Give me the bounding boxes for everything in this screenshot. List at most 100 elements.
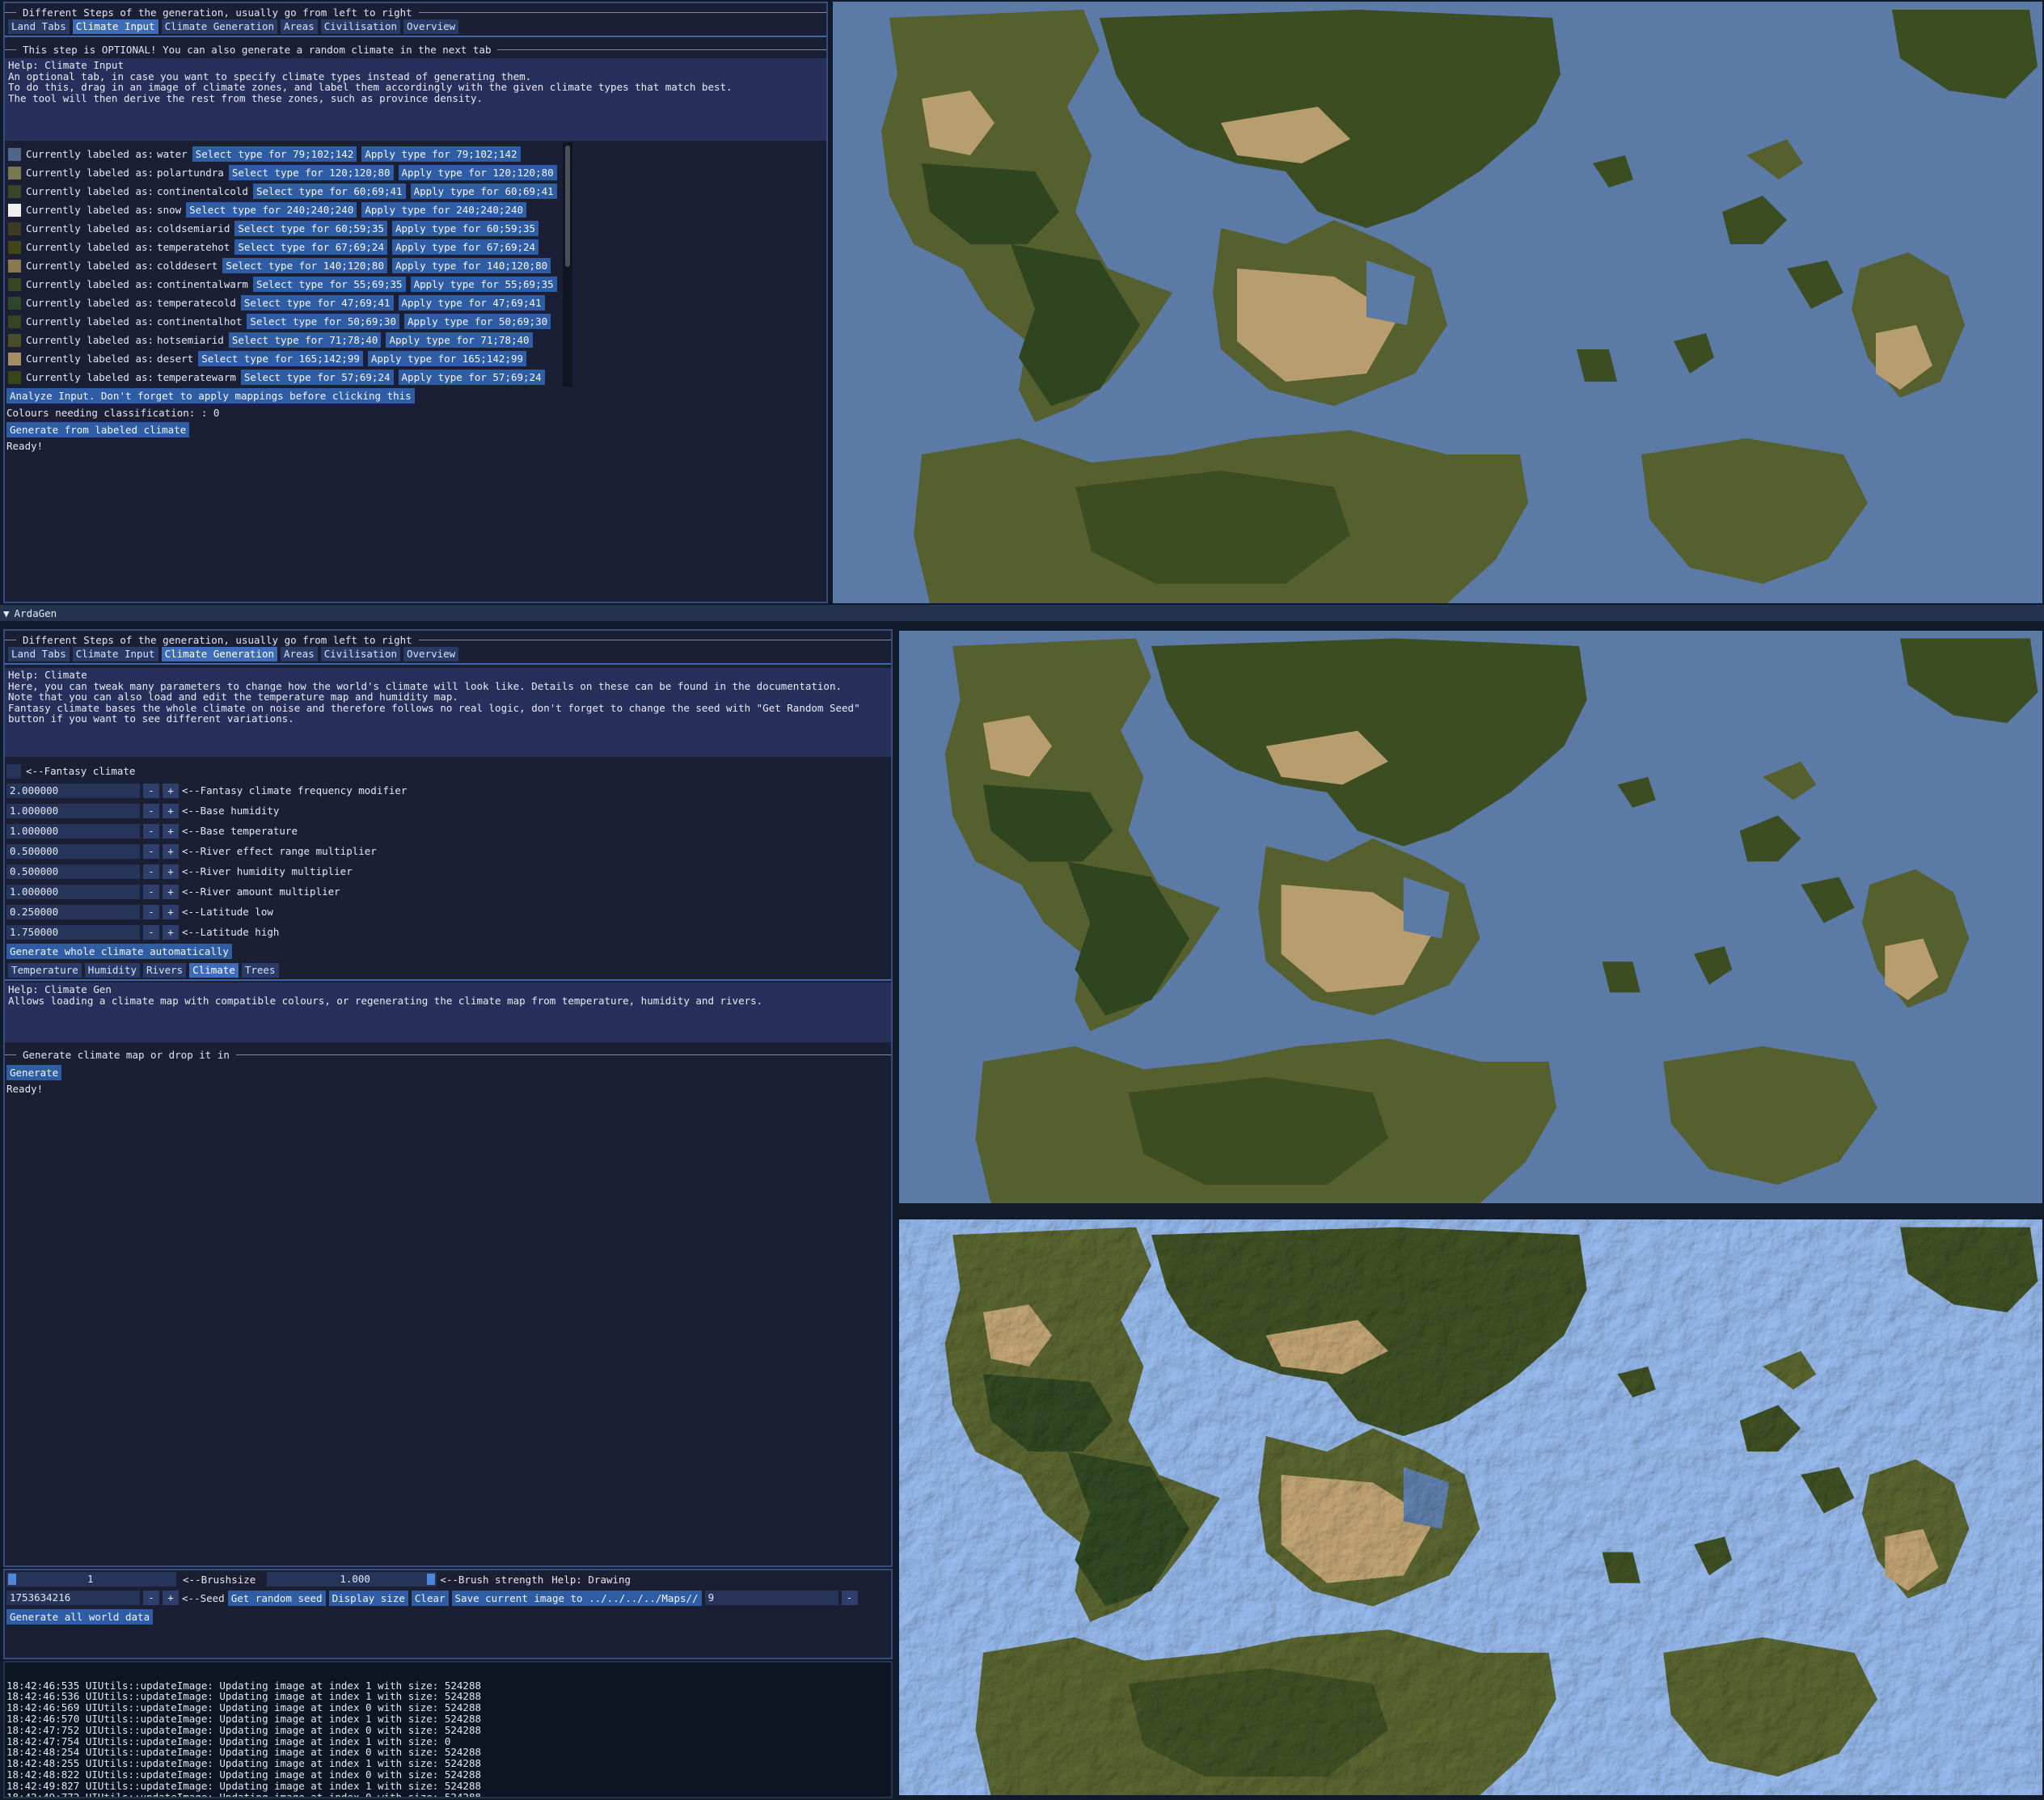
apply-type-button[interactable]: Apply type for 79;102;142	[361, 146, 521, 162]
tab-civilisation[interactable]: Civilisation	[320, 19, 400, 34]
color-swatch	[8, 240, 21, 254]
log-scrollbar[interactable]	[881, 1663, 891, 1797]
label-type: coldsemiarid	[157, 222, 230, 235]
subtab-trees[interactable]: Trees	[241, 962, 279, 978]
select-type-button[interactable]: Select type for 60;69;41	[252, 184, 406, 199]
tab-overview[interactable]: Overview	[403, 646, 459, 661]
analyze-input-button[interactable]: Analyze Input. Don't forget to apply map…	[6, 388, 415, 404]
param-minus-button[interactable]: -	[143, 783, 159, 798]
relief-preview-map[interactable]	[899, 1219, 2042, 1795]
generate-from-labeled-button[interactable]: Generate from labeled climate	[6, 422, 190, 437]
seed-minus-button[interactable]: -	[143, 1591, 159, 1605]
display-size-button[interactable]: Display size	[328, 1590, 408, 1606]
label-list-scrollbar[interactable]	[563, 142, 572, 387]
subtab-humidity[interactable]: Humidity	[84, 962, 141, 978]
select-type-button[interactable]: Select type for 165;142;99	[198, 351, 363, 366]
apply-type-button[interactable]: Apply type for 55;69;35	[410, 277, 557, 292]
param-input[interactable]: 0.250000	[6, 904, 140, 919]
param-plus-button[interactable]: +	[163, 884, 179, 899]
param-minus-button[interactable]: -	[143, 803, 159, 818]
param-plus-button[interactable]: +	[163, 803, 179, 818]
select-type-button[interactable]: Select type for 71;78;40	[228, 332, 382, 348]
param-minus-button[interactable]: -	[143, 924, 159, 940]
param-input[interactable]: 2.000000	[6, 783, 140, 798]
select-type-button[interactable]: Select type for 79;102;142	[192, 146, 357, 162]
apply-type-button[interactable]: Apply type for 67;69;24	[391, 239, 539, 255]
seed-input[interactable]: 1753634216	[6, 1591, 140, 1605]
param-minus-button[interactable]: -	[143, 864, 159, 879]
select-type-button[interactable]: Select type for 140;120;80	[222, 258, 387, 273]
param-input[interactable]: 0.500000	[6, 843, 140, 859]
brush-size-slider[interactable]: 1	[6, 1572, 176, 1587]
scrollbar-thumb[interactable]	[565, 146, 570, 267]
generate-whole-climate-button[interactable]: Generate whole climate automatically	[6, 944, 232, 959]
apply-type-button[interactable]: Apply type for 120;120;80	[398, 165, 557, 180]
brush-strength-slider[interactable]: 1.000	[267, 1572, 437, 1587]
param-plus-button[interactable]: +	[163, 843, 179, 859]
param-plus-button[interactable]: +	[163, 924, 179, 940]
tab-land-tabs[interactable]: Land Tabs	[8, 646, 70, 661]
select-type-button[interactable]: Select type for 67;69;24	[234, 239, 387, 255]
window-titlebar[interactable]: ▼ ArdaGen	[0, 605, 2044, 621]
tab-land-tabs[interactable]: Land Tabs	[8, 19, 70, 34]
apply-type-button[interactable]: Apply type for 50;69;30	[404, 314, 551, 329]
tab-civilisation[interactable]: Civilisation	[320, 646, 400, 661]
generate-button[interactable]: Generate	[6, 1065, 62, 1080]
subtab-temperature[interactable]: Temperature	[8, 962, 82, 978]
param-minus-button[interactable]: -	[143, 843, 159, 859]
apply-type-button[interactable]: Apply type for 140;120;80	[391, 258, 551, 273]
tab-areas[interactable]: Areas	[281, 646, 318, 661]
index-input[interactable]: 9	[704, 1591, 838, 1605]
log-line: 18:42:49:827 UIUtils::updateImage: Updat…	[6, 1779, 481, 1792]
apply-type-button[interactable]: Apply type for 60;59;35	[391, 221, 539, 236]
select-type-button[interactable]: Select type for 50;69;30	[247, 314, 400, 329]
param-minus-button[interactable]: -	[143, 823, 159, 839]
select-type-button[interactable]: Select type for 120;120;80	[228, 165, 394, 180]
apply-type-button[interactable]: Apply type for 71;78;40	[386, 332, 533, 348]
select-type-button[interactable]: Select type for 57;69;24	[240, 370, 394, 385]
tab-climate-generation[interactable]: Climate Generation	[161, 19, 278, 34]
tab-climate-generation[interactable]: Climate Generation	[161, 646, 278, 661]
tab-areas[interactable]: Areas	[281, 19, 318, 34]
save-image-button[interactable]: Save current image to ../../../../Maps//	[451, 1590, 702, 1606]
colours-needing-classification: Colours needing classification: : 0	[6, 407, 220, 419]
tab-overview[interactable]: Overview	[403, 19, 459, 34]
select-type-button[interactable]: Select type for 60;59;35	[234, 221, 387, 236]
apply-type-button[interactable]: Apply type for 57;69;24	[398, 370, 545, 385]
label-prefix: Currently labeled as:	[26, 148, 154, 160]
select-type-button[interactable]: Select type for 55;69;35	[252, 277, 406, 292]
subtab-climate[interactable]: Climate	[189, 962, 239, 978]
brush-strength-grab[interactable]	[427, 1574, 436, 1585]
subtab-rivers[interactable]: Rivers	[143, 962, 187, 978]
param-input[interactable]: 1.750000	[6, 924, 140, 940]
param-input[interactable]: 1.000000	[6, 823, 140, 839]
brush-size-grab[interactable]	[8, 1574, 16, 1585]
get-random-seed-button[interactable]: Get random seed	[227, 1590, 326, 1606]
apply-type-button[interactable]: Apply type for 60;69;41	[410, 184, 557, 199]
param-input[interactable]: 1.000000	[6, 803, 140, 818]
climate-input-map[interactable]	[833, 2, 2042, 603]
tab-climate-input[interactable]: Climate Input	[72, 646, 158, 661]
generate-all-world-data-button[interactable]: Generate all world data	[6, 1609, 154, 1625]
param-plus-button[interactable]: +	[163, 904, 179, 919]
index-minus-button[interactable]: -	[841, 1591, 858, 1605]
select-type-button[interactable]: Select type for 240;240;240	[186, 202, 357, 218]
param-input[interactable]: 0.500000	[6, 864, 140, 879]
log-console[interactable]: 18:42:46:535 UIUtils::updateImage: Updat…	[3, 1661, 893, 1798]
climate-generation-map[interactable]	[899, 631, 2042, 1203]
tab-climate-input[interactable]: Climate Input	[72, 19, 158, 34]
apply-type-button[interactable]: Apply type for 165;142;99	[367, 351, 527, 366]
param-plus-button[interactable]: +	[163, 823, 179, 839]
param-plus-button[interactable]: +	[163, 783, 179, 798]
apply-type-button[interactable]: Apply type for 240;240;240	[361, 202, 527, 218]
collapse-arrow-icon[interactable]: ▼	[3, 607, 10, 619]
clear-button[interactable]: Clear	[411, 1590, 449, 1606]
fantasy-climate-checkbox[interactable]	[6, 763, 21, 779]
seed-plus-button[interactable]: +	[163, 1591, 179, 1605]
param-minus-button[interactable]: -	[143, 904, 159, 919]
select-type-button[interactable]: Select type for 47;69;41	[240, 295, 394, 311]
param-minus-button[interactable]: -	[143, 884, 159, 899]
param-plus-button[interactable]: +	[163, 864, 179, 879]
param-input[interactable]: 1.000000	[6, 884, 140, 899]
apply-type-button[interactable]: Apply type for 47;69;41	[398, 295, 545, 311]
